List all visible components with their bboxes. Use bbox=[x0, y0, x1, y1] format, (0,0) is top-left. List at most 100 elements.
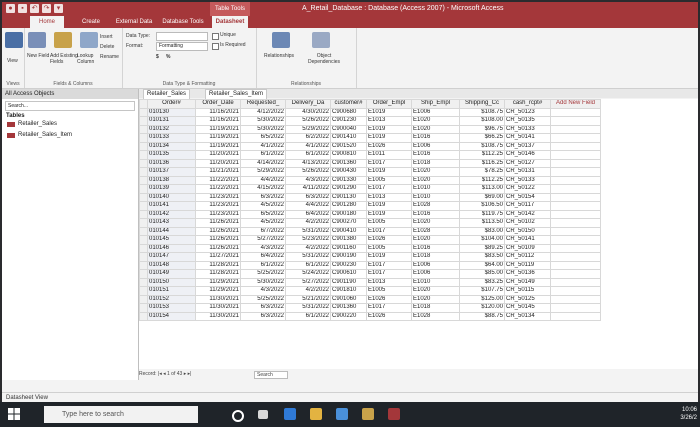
table-cell[interactable]: 5/27/2022 bbox=[285, 277, 331, 287]
add-new-field-cell[interactable] bbox=[550, 303, 601, 313]
table-cell[interactable]: CR_50137 bbox=[504, 141, 551, 151]
table-cell[interactable]: 11/26/2021 bbox=[195, 226, 241, 236]
table-cell[interactable]: C901230 bbox=[330, 116, 367, 126]
table-cell[interactable]: 11/30/2021 bbox=[195, 311, 241, 321]
table-cell[interactable]: C901360 bbox=[330, 303, 367, 313]
table-cell[interactable]: 010130 bbox=[147, 107, 196, 117]
new-field-icon[interactable] bbox=[28, 32, 46, 48]
table-cell[interactable]: C901130 bbox=[330, 192, 367, 202]
table-cell[interactable]: CR_50112 bbox=[504, 252, 551, 262]
table-row[interactable]: 010130 11/16/2021 4/12/2022 4/30/2022 C90068… bbox=[139, 107, 601, 117]
nav-item-retailer-sales-item[interactable]: Retailer_Sales_Item bbox=[2, 130, 138, 141]
table-cell[interactable]: 4/14/2022 bbox=[240, 158, 286, 168]
table-cell[interactable]: CR_50133 bbox=[504, 124, 551, 134]
table-cell[interactable]: 6/2/2022 bbox=[285, 133, 331, 143]
table-cell[interactable]: 11/19/2021 bbox=[195, 141, 241, 151]
row-selector[interactable] bbox=[139, 158, 148, 168]
table-cell[interactable]: 010151 bbox=[147, 286, 196, 296]
table-cell[interactable]: 4/30/2022 bbox=[285, 107, 331, 117]
tab-create[interactable]: Create bbox=[74, 16, 108, 28]
table-cell[interactable]: E1010 bbox=[411, 192, 460, 202]
table-cell[interactable]: E1016 bbox=[411, 243, 460, 253]
table-cell[interactable]: 11/28/2021 bbox=[195, 269, 241, 279]
table-cell[interactable]: 4/3/2022 bbox=[240, 286, 286, 296]
table-cell[interactable]: E1010 bbox=[411, 184, 460, 194]
table-cell[interactable]: E1018 bbox=[411, 158, 460, 168]
table-cell[interactable]: CR_50149 bbox=[504, 277, 551, 287]
column-header[interactable]: Order# bbox=[147, 99, 196, 109]
table-cell[interactable]: 010135 bbox=[147, 150, 196, 160]
table-cell[interactable]: $120.00 bbox=[459, 303, 505, 313]
table-cell[interactable]: 5/25/2022 bbox=[240, 269, 286, 279]
add-new-field-cell[interactable] bbox=[550, 252, 601, 262]
table-row[interactable]: 010139 11/22/2021 4/15/2022 4/11/2022 C90129… bbox=[139, 184, 601, 194]
row-selector[interactable] bbox=[139, 269, 148, 279]
table-cell[interactable]: CR_50145 bbox=[504, 303, 551, 313]
table-cell[interactable]: E1020 bbox=[411, 286, 460, 296]
percent-format-button[interactable]: % bbox=[166, 54, 170, 60]
lookup-column-button[interactable]: Lookup Column bbox=[77, 53, 101, 65]
table-cell[interactable]: E1026 bbox=[366, 294, 412, 304]
edge-icon[interactable] bbox=[284, 408, 296, 420]
table-cell[interactable]: E1005 bbox=[366, 218, 412, 228]
table-cell[interactable]: 010140 bbox=[147, 192, 196, 202]
view-icon[interactable] bbox=[5, 32, 23, 48]
table-cell[interactable]: 5/24/2022 bbox=[285, 269, 331, 279]
column-header[interactable]: Ship_Empl bbox=[411, 99, 460, 109]
record-search-input[interactable]: Search bbox=[254, 371, 288, 379]
row-selector[interactable] bbox=[139, 141, 148, 151]
table-cell[interactable]: E1020 bbox=[411, 175, 460, 185]
table-cell[interactable]: 010139 bbox=[147, 184, 196, 194]
table-cell[interactable]: CR_50146 bbox=[504, 150, 551, 160]
table-cell[interactable]: $119.75 bbox=[459, 209, 505, 219]
table-cell[interactable]: $85.00 bbox=[459, 269, 505, 279]
table-cell[interactable]: $69.00 bbox=[459, 192, 505, 202]
add-new-field-cell[interactable] bbox=[550, 167, 601, 177]
table-cell[interactable]: CR_50135 bbox=[504, 116, 551, 126]
store-icon[interactable] bbox=[336, 408, 348, 420]
table-cell[interactable]: E1005 bbox=[366, 175, 412, 185]
table-cell[interactable]: E1017 bbox=[366, 269, 412, 279]
row-selector[interactable] bbox=[139, 184, 148, 194]
taskbar-search-input[interactable]: Type here to search bbox=[44, 406, 198, 423]
table-cell[interactable]: $83.25 bbox=[459, 277, 505, 287]
table-cell[interactable]: E1019 bbox=[366, 201, 412, 211]
row-selector[interactable] bbox=[139, 243, 148, 253]
row-selector[interactable] bbox=[139, 277, 148, 287]
nav-search-input[interactable]: Search... bbox=[5, 101, 135, 111]
table-cell[interactable]: 010147 bbox=[147, 252, 196, 262]
table-cell[interactable]: 4/2/2022 bbox=[285, 286, 331, 296]
table-row[interactable]: 010154 11/30/2021 6/3/2022 6/1/2022 C900220 E… bbox=[139, 311, 601, 321]
table-cell[interactable]: 6/3/2022 bbox=[285, 192, 331, 202]
table-cell[interactable]: 11/23/2021 bbox=[195, 201, 241, 211]
table-cell[interactable]: 6/1/2022 bbox=[240, 260, 286, 270]
column-header[interactable]: Shipping_Cc bbox=[459, 99, 505, 109]
table-cell[interactable]: E1019 bbox=[366, 133, 412, 143]
table-cell[interactable]: 010145 bbox=[147, 235, 196, 245]
table-cell[interactable]: C901810 bbox=[330, 286, 367, 296]
table-cell[interactable]: E1026 bbox=[366, 235, 412, 245]
table-row[interactable]: 010141 11/23/2021 4/5/2022 4/4/2022 C901280 E… bbox=[139, 201, 601, 211]
row-selector[interactable] bbox=[139, 107, 148, 117]
table-cell[interactable]: 11/29/2021 bbox=[195, 286, 241, 296]
lookup-column-icon[interactable] bbox=[80, 32, 98, 48]
row-selector[interactable] bbox=[139, 235, 148, 245]
table-cell[interactable]: C900040 bbox=[330, 124, 367, 134]
add-new-field-cell[interactable] bbox=[550, 201, 601, 211]
table-cell[interactable]: CR_50115 bbox=[504, 286, 551, 296]
column-header[interactable]: Requested_ bbox=[240, 99, 286, 109]
table-cell[interactable]: C901160 bbox=[330, 243, 367, 253]
table-cell[interactable]: E1020 bbox=[411, 116, 460, 126]
table-cell[interactable]: CR_50117 bbox=[504, 201, 551, 211]
table-cell[interactable]: 4/11/2022 bbox=[285, 184, 331, 194]
table-cell[interactable]: E1016 bbox=[411, 209, 460, 219]
table-cell[interactable]: 010141 bbox=[147, 201, 196, 211]
table-cell[interactable]: 5/31/2022 bbox=[285, 303, 331, 313]
table-cell[interactable]: $108.75 bbox=[459, 107, 505, 117]
table-cell[interactable]: 6/1/2022 bbox=[285, 260, 331, 270]
table-cell[interactable]: E1013 bbox=[366, 277, 412, 287]
customize-qat-icon[interactable]: ▾ bbox=[54, 4, 63, 13]
table-cell[interactable]: 6/3/2022 bbox=[240, 303, 286, 313]
table-row[interactable]: 010134 11/19/2021 4/1/2022 4/1/2022 C901520 E… bbox=[139, 141, 601, 151]
table-cell[interactable]: CR_50133 bbox=[504, 175, 551, 185]
